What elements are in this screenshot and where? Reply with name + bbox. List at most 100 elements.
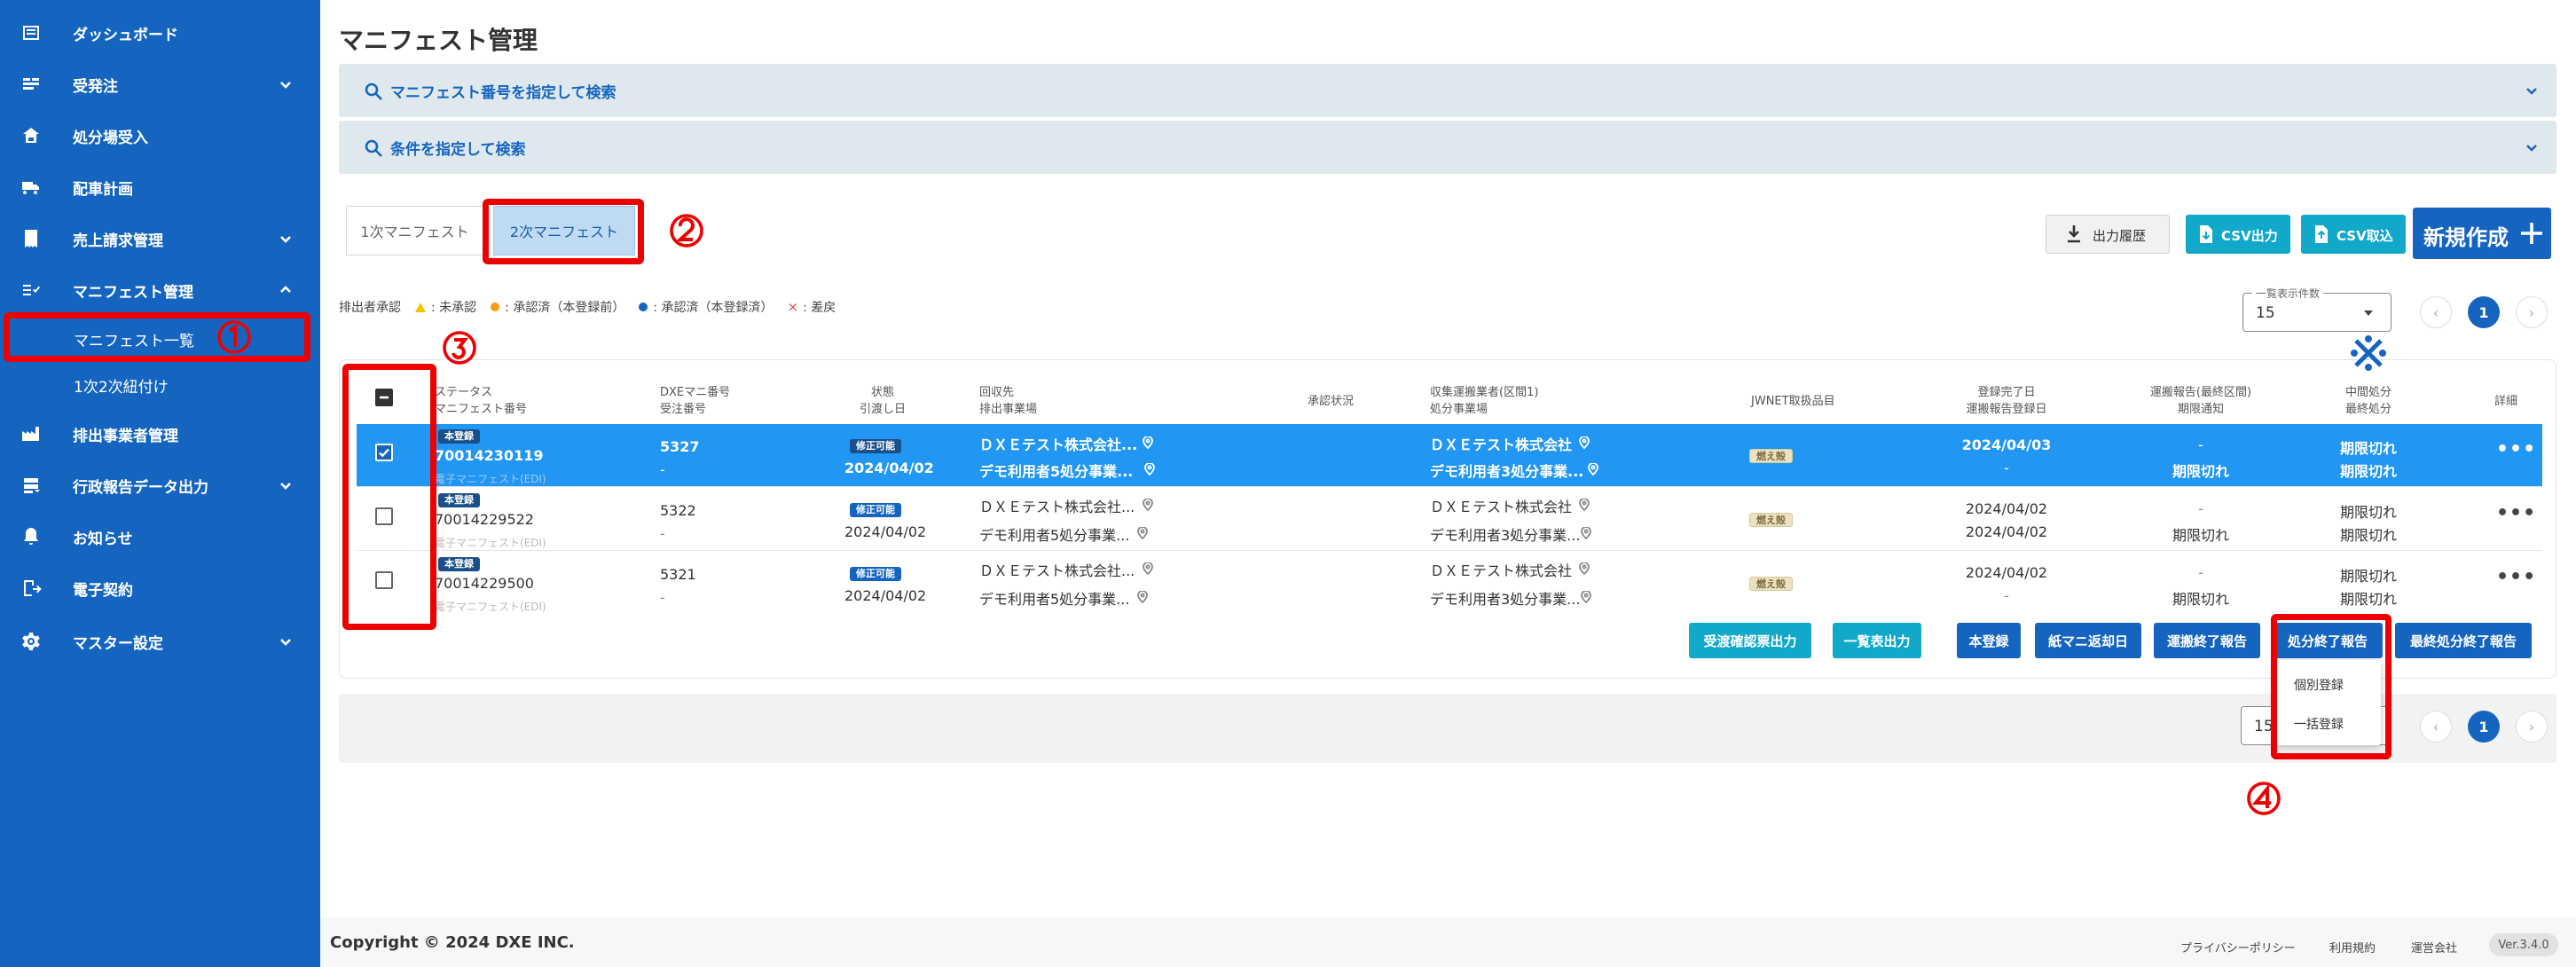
registration-date: 2024/04/02: [1965, 500, 2048, 517]
csv-export-button[interactable]: CSV出力: [2186, 215, 2290, 254]
transport-end-button[interactable]: 運搬終了報告: [2154, 623, 2260, 658]
page-button-current[interactable]: 1: [2468, 296, 2500, 328]
create-new-button[interactable]: 新規作成: [2413, 208, 2551, 259]
tab-secondary-manifest[interactable]: 2次マニフェスト: [493, 206, 635, 256]
nav-label: マスター設定: [73, 634, 163, 653]
edi-label: 電子マニフェスト(EDI): [435, 537, 546, 549]
location-pin-icon[interactable]: [1143, 498, 1153, 512]
prev-page-button[interactable]: ‹: [2420, 711, 2452, 743]
more-options-icon[interactable]: •••: [2496, 502, 2536, 524]
company-link[interactable]: 運営会社: [2411, 939, 2457, 955]
status-badge: 本登録: [438, 429, 480, 444]
dropdown-bulk[interactable]: 一括登録: [2294, 715, 2344, 733]
tab-primary-manifest[interactable]: 1次マニフェスト: [346, 206, 483, 256]
header-text: 運搬報告登録日: [1966, 403, 2047, 416]
location-pin-icon[interactable]: [1144, 462, 1155, 476]
prev-page-button[interactable]: ‹: [2420, 296, 2452, 328]
nav-contract[interactable]: 電子契約: [0, 562, 320, 614]
search-by-condition-accordion[interactable]: 条件を指定して検索: [339, 121, 2556, 174]
page-button-current[interactable]: 1: [2468, 711, 2500, 743]
edi-label: 電子マニフェスト(EDI): [435, 601, 546, 613]
next-page-button[interactable]: ›: [2516, 296, 2548, 328]
legend-text: : 承認済（本登録済）: [653, 301, 774, 315]
disposal-end-button[interactable]: 処分終了報告: [2273, 623, 2383, 658]
receipt-output-button[interactable]: 受渡確認票出力: [1689, 623, 1811, 658]
nav-label: 排出事業者管理: [73, 427, 178, 445]
transport-report: -: [2198, 500, 2203, 517]
nav-billing[interactable]: 売上請求管理: [0, 213, 320, 264]
chevron-left-icon: ‹: [2432, 303, 2439, 321]
row-checkbox[interactable]: [375, 507, 393, 525]
nav-master-settings[interactable]: マスター設定: [0, 616, 320, 667]
terms-link[interactable]: 利用規約: [2329, 939, 2376, 955]
order-number: -: [660, 461, 665, 478]
location-pin-icon[interactable]: [1137, 526, 1148, 540]
header-text: 登録完了日: [1977, 386, 2036, 399]
nav-manifest[interactable]: マニフェスト管理: [0, 264, 320, 316]
emitter-site: デモ利用者5処分事業...: [979, 527, 1130, 544]
more-options-icon[interactable]: •••: [2496, 566, 2536, 588]
registration-date: 2024/04/02: [1965, 564, 2048, 581]
nav-emitters[interactable]: 排出事業者管理: [0, 408, 320, 460]
header-text: 回収先: [979, 386, 1015, 399]
row-checkbox[interactable]: [375, 571, 393, 589]
legend-title: 排出者承認: [339, 301, 401, 315]
output-history-button[interactable]: 出力履歴: [2046, 215, 2170, 254]
status-badge: 本登録: [438, 493, 480, 507]
collector-name: ＤＸＥテスト株式会社...: [979, 562, 1135, 579]
dxe-number: 5327: [660, 438, 700, 455]
final-disposal-end-button[interactable]: 最終処分終了報告: [2395, 623, 2532, 658]
manifest-number[interactable]: 70014230119: [435, 447, 543, 464]
dropdown-individual[interactable]: 個別登録: [2294, 676, 2344, 694]
csv-import-button[interactable]: CSV取込: [2301, 215, 2406, 254]
nav-facility[interactable]: 処分場受入: [0, 110, 320, 161]
more-options-icon[interactable]: •••: [2496, 438, 2536, 460]
location-pin-icon[interactable]: [1579, 436, 1590, 450]
location-pin-icon[interactable]: [1143, 562, 1153, 576]
sub-manifest-list[interactable]: マニフェスト一覧: [0, 319, 320, 358]
privacy-policy-link[interactable]: プライバシーポリシー: [2180, 939, 2296, 955]
search-by-number-accordion[interactable]: マニフェスト番号を指定して検索: [339, 64, 2556, 117]
select-all-checkbox[interactable]: [375, 389, 393, 406]
nav-dashboard[interactable]: ダッシュボード: [0, 7, 320, 59]
registration-date: 2024/04/03: [1961, 436, 2052, 453]
rows-per-page-select[interactable]: 一覧表示件数 15: [2242, 286, 2391, 332]
chevron-down-icon: [2523, 138, 2541, 156]
nav-label: 受発注: [73, 77, 118, 96]
location-pin-icon[interactable]: [1588, 462, 1598, 476]
handover-date: 2024/04/02: [844, 460, 934, 476]
header-text: 受注番号: [660, 403, 707, 416]
manifest-number[interactable]: 70014229522: [435, 511, 534, 528]
database-icon: [20, 474, 43, 497]
nav-orders[interactable]: 受発注: [0, 59, 320, 110]
manifest-number[interactable]: 70014229500: [435, 575, 534, 592]
header-text: 中間処分: [2344, 386, 2391, 399]
location-pin-icon[interactable]: [1581, 526, 1591, 540]
nav-notices[interactable]: お知らせ: [0, 511, 320, 562]
location-pin-icon[interactable]: [1581, 590, 1591, 604]
order-number: -: [660, 589, 665, 606]
nav-admin-report[interactable]: 行政報告データ出力: [0, 460, 320, 511]
bell-icon: [20, 525, 43, 548]
list-output-button[interactable]: 一覧表出力: [1833, 623, 1921, 658]
location-pin-icon[interactable]: [1137, 590, 1148, 604]
location-pin-icon[interactable]: [1579, 562, 1590, 576]
sub-link-manifest[interactable]: 1次2次紐付け: [0, 366, 320, 405]
location-pin-icon[interactable]: [1143, 436, 1153, 450]
chevron-up-icon: [277, 281, 295, 299]
intermediate-disposal: 期限切れ: [2339, 440, 2397, 457]
sub-label: 1次2次紐付け: [74, 378, 169, 397]
factory-icon: [20, 422, 43, 445]
header-text: 排出事業場: [979, 403, 1038, 416]
nav-label: ダッシュボード: [73, 26, 178, 44]
jwnet-item-badge: 燃え殻: [1749, 577, 1793, 591]
sidebar: ダッシュボード 受発注 処分場受入 配車計画 売上請求管理 マニフェスト管理 マ…: [0, 0, 320, 967]
nav-dispatch[interactable]: 配車計画: [0, 161, 320, 213]
location-pin-icon[interactable]: [1579, 498, 1590, 512]
next-page-button[interactable]: ›: [2516, 711, 2548, 743]
register-button[interactable]: 本登録: [1957, 623, 2021, 658]
header-state: 状態 引渡し日: [843, 384, 923, 418]
header-detail: 詳細: [2494, 395, 2518, 408]
row-checkbox[interactable]: [375, 444, 393, 461]
paper-return-button[interactable]: 紙マニ返却日: [2035, 623, 2141, 658]
